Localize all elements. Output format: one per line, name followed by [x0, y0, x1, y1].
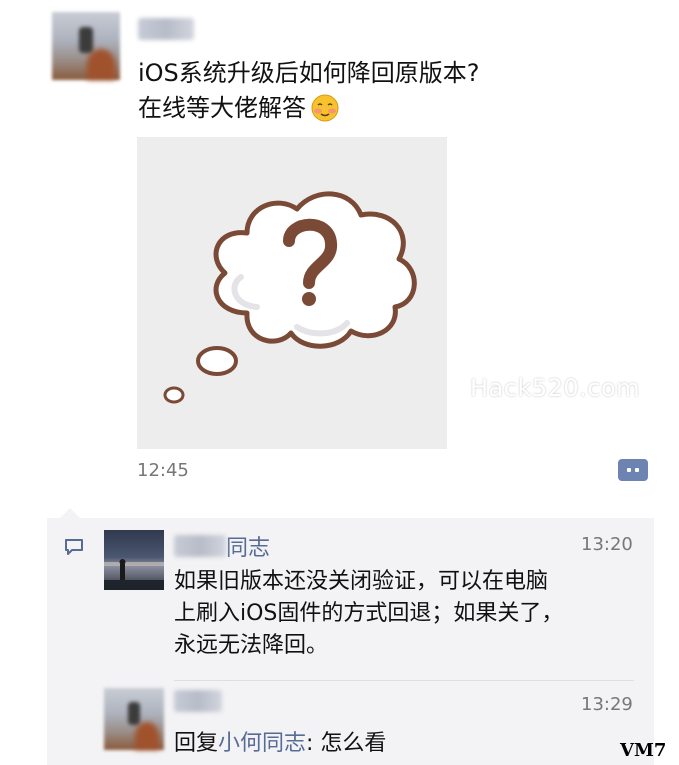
comment-name[interactable]: 同志 [174, 530, 270, 562]
comment-menu-icon[interactable] [618, 459, 648, 481]
replier-avatar[interactable] [104, 688, 164, 750]
comment-divider [174, 680, 634, 681]
reply-body: 回复小何同志: 怎么看 [174, 728, 386, 760]
post-text-line1: iOS系统升级后如何降回原版本? [138, 59, 480, 87]
post-text-line2-text: 在线等大佬解答 [138, 94, 306, 122]
poster-avatar[interactable] [52, 12, 120, 80]
shy-face-emoji [310, 93, 340, 123]
question-cloud-icon [163, 191, 417, 404]
reply-prefix: 回复 [174, 731, 219, 756]
comment-time: 13:20 [581, 534, 633, 555]
comment-line: 永远无法降回。 [174, 633, 329, 658]
comment-line: 如果旧版本还没关闭验证，可以在电脑 [174, 569, 549, 594]
reply-text: : 怎么看 [306, 731, 387, 756]
poster-name[interactable] [138, 18, 194, 40]
post-time: 12:45 [137, 460, 189, 481]
comments-arrow [60, 508, 80, 518]
comment-body: 如果旧版本还没关闭验证，可以在电脑 上刷入iOS固件的方式回退；如果关了， 永远… [174, 566, 563, 662]
comment-bubble-icon [64, 538, 84, 556]
reply-target-link[interactable]: 小何同志 [218, 731, 306, 756]
comment-line: 上刷入iOS固件的方式回退；如果关了， [174, 601, 564, 626]
post-text-line2: 在线等大佬解答 [138, 91, 340, 125]
corner-watermark: VM7 [620, 740, 667, 761]
reply-time: 13:29 [581, 694, 633, 715]
commenter-avatar[interactable] [104, 530, 164, 590]
comment-name-blurred [174, 535, 226, 557]
post-image[interactable]: Hack520.com [137, 137, 447, 449]
image-watermark-overlay: Hack520.com [470, 374, 641, 402]
comment-name-suffix: 同志 [226, 536, 271, 561]
reply-name[interactable] [174, 690, 222, 712]
